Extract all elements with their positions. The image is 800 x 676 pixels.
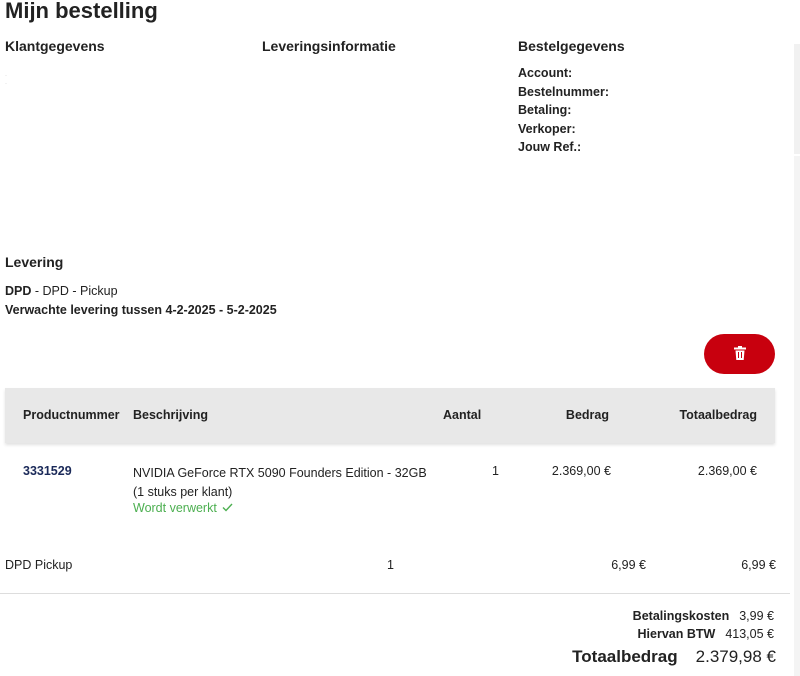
status-text: Wordt verwerkt: [133, 501, 217, 515]
total-value: 2.379,98 €: [695, 647, 776, 666]
header-bedrag: Bedrag: [565, 408, 609, 422]
btw-label: Hiervan BTW: [637, 627, 716, 641]
scrollbar-thumb[interactable]: [794, 44, 800, 154]
header-productnummer: Productnummer: [23, 408, 120, 422]
btw-row: Hiervan BTW 413,05 €: [638, 627, 774, 641]
order-table-header: Productnummer Beschrijving Aantal Bedrag…: [5, 388, 775, 443]
levering-expected: Verwachte levering tussen 4-2-2025 - 5-2…: [5, 303, 277, 317]
header-totaalbedrag: Totaalbedrag: [679, 408, 757, 422]
bestelgegevens-heading: Bestelgegevens: [518, 38, 625, 54]
product-bedrag: 2.369,00 €: [551, 464, 611, 478]
account-label: Account:: [518, 66, 573, 80]
product-aantal: 1: [492, 464, 499, 478]
verkoper-label: Verkoper:: [518, 121, 576, 136]
betalingskosten-label: Betalingskosten: [632, 609, 730, 623]
delete-order-button[interactable]: [704, 334, 775, 374]
product-status: Wordt verwerkt: [133, 501, 233, 515]
trash-icon: [733, 345, 746, 363]
page-title: Mijn bestelling: [5, 0, 158, 23]
shipping-totaalbedrag: 6,99 €: [741, 558, 776, 572]
header-beschrijving: Beschrijving: [133, 408, 209, 422]
total-row: Totaalbedrag 2.379,98 €: [572, 647, 776, 667]
check-icon: [222, 501, 233, 515]
shipping-row: DPD Pickup 1 6,99 € 6,99 €: [0, 558, 780, 578]
total-label: Totaalbedrag: [572, 647, 678, 666]
summary-divider: [0, 593, 790, 594]
betaling-label: Betaling:: [518, 103, 572, 118]
jouw-ref-label: Jouw Ref.:: [518, 140, 582, 155]
levering-service: - DPD - Pickup: [31, 284, 118, 298]
btw-value: 413,05 €: [725, 627, 774, 641]
leveringsinformatie-heading: Leveringsinformatie: [262, 38, 396, 54]
levering-heading: Levering: [5, 254, 64, 270]
scrollbar-track[interactable]: [792, 0, 800, 676]
levering-carrier: DPD: [5, 284, 32, 298]
bestelgegevens-list: Account: Bestelnummer: Betaling: Verkope…: [518, 64, 609, 157]
product-number-link[interactable]: 3331529: [23, 464, 72, 478]
shipping-bedrag: 6,99 €: [611, 558, 646, 572]
klantgegevens-content: · ·: [5, 73, 7, 87]
shipping-aantal: 1: [387, 558, 394, 572]
klantgegevens-heading: Klantgegevens: [5, 38, 105, 54]
shipping-label: DPD Pickup: [5, 558, 73, 572]
betalingskosten-value: 3,99 €: [739, 609, 774, 623]
table-row: 3331529 NVIDIA GeForce RTX 5090 Founders…: [5, 463, 775, 523]
levering-method: DPD - DPD - Pickup: [5, 284, 118, 298]
product-totaalbedrag: 2.369,00 €: [697, 464, 757, 478]
betalingskosten-row: Betalingskosten 3,99 €: [633, 609, 774, 623]
header-aantal: Aantal: [443, 408, 482, 422]
product-description: NVIDIA GeForce RTX 5090 Founders Edition…: [133, 466, 427, 499]
bestelnummer-label: Bestelnummer:: [518, 84, 609, 99]
scrollbar-region: [794, 156, 800, 676]
